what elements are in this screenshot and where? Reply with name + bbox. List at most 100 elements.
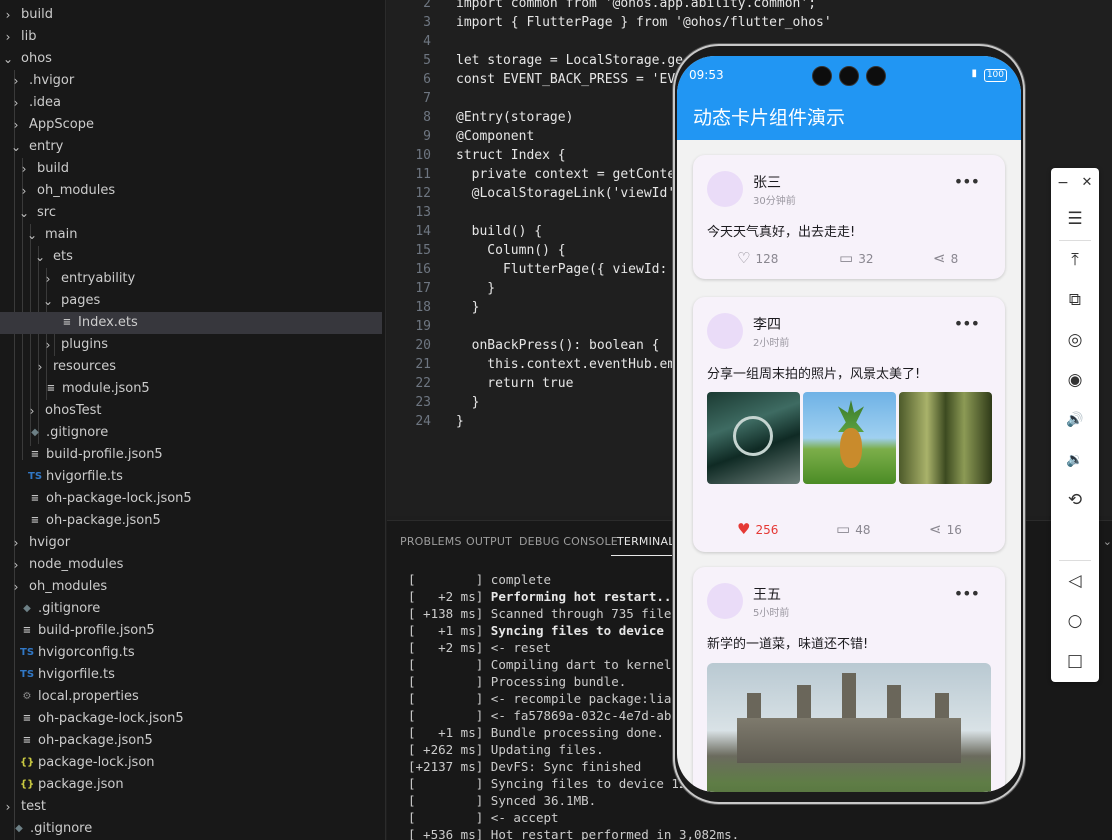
tree-item[interactable]: › build xyxy=(0,158,382,180)
panel-chevron-icon[interactable]: ⌄ xyxy=(1103,535,1112,548)
chevron-down-icon[interactable]: ⌄ xyxy=(42,290,54,312)
chevron-right-icon[interactable]: › xyxy=(2,4,14,26)
code-line[interactable]: 2 import common from '@ohos.app.ability.c… xyxy=(387,0,1112,13)
avatar[interactable] xyxy=(707,171,743,207)
tree-item[interactable]: ⚙ local.properties xyxy=(0,686,382,708)
share-button[interactable]: ⋖ 16 xyxy=(929,520,962,538)
more-options-icon[interactable]: ••• xyxy=(954,316,980,332)
file-icon: TS xyxy=(28,471,43,482)
tree-item[interactable]: ≡ oh-package-lock.json5 xyxy=(0,708,382,730)
tree-item[interactable]: ≡ Index.ets xyxy=(0,312,382,334)
chevron-right-icon[interactable]: › xyxy=(10,532,22,554)
photo-forest[interactable] xyxy=(899,392,992,484)
photo-pineapple[interactable] xyxy=(803,392,896,484)
tree-item[interactable]: › hvigor xyxy=(0,532,382,554)
tree-item[interactable]: ⌄ ohos xyxy=(0,48,382,70)
more-options-icon[interactable]: ••• xyxy=(954,586,980,602)
recents-icon[interactable]: □ xyxy=(1051,646,1099,676)
tree-item[interactable]: ⌄ main xyxy=(0,224,382,246)
tree-item[interactable]: › resources xyxy=(0,356,382,378)
tree-item[interactable]: ◆ .gitignore xyxy=(0,818,382,840)
tree-item[interactable]: › entryability xyxy=(0,268,382,290)
tree-item[interactable]: ⌄ ets xyxy=(0,246,382,268)
volume-up-icon[interactable]: 🔊 xyxy=(1051,405,1099,435)
back-icon[interactable]: ◁ xyxy=(1051,566,1099,596)
code-line[interactable]: 3 import { FlutterPage } from '@ohos/flut… xyxy=(387,13,1112,32)
chevron-right-icon[interactable]: › xyxy=(10,70,22,92)
chevron-right-icon[interactable]: › xyxy=(18,158,30,180)
tab-output[interactable]: OUTPUT xyxy=(466,535,512,548)
post-card[interactable]: 李四 2小时前 ••• 分享一组周末拍的照片，风景太美了! ♥ 256 ▭ 48 ⋖… xyxy=(693,297,1005,552)
tree-item[interactable]: › .idea xyxy=(0,92,382,114)
comment-button[interactable]: ▭ 48 xyxy=(836,520,870,538)
chevron-right-icon[interactable]: › xyxy=(10,554,22,576)
crop-screenshot-icon[interactable]: ⧉ xyxy=(1051,285,1099,315)
like-button[interactable]: ♡ 128 xyxy=(737,249,778,267)
chevron-down-icon[interactable]: ⌄ xyxy=(18,202,30,224)
tree-item[interactable]: {} package-lock.json xyxy=(0,752,382,774)
home-icon[interactable]: ○ xyxy=(1051,606,1099,636)
chevron-right-icon[interactable]: › xyxy=(18,180,30,202)
close-icon[interactable]: ✕ xyxy=(1075,168,1099,198)
tab-problems[interactable]: PROBLEMS xyxy=(400,535,462,548)
chevron-right-icon[interactable]: › xyxy=(2,796,14,818)
volume-down-icon[interactable]: 🔉 xyxy=(1051,445,1099,475)
tree-item[interactable]: ≡ module.json5 xyxy=(0,378,382,400)
tree-item[interactable]: › oh_modules xyxy=(0,180,382,202)
tree-item[interactable]: {} package.json xyxy=(0,774,382,796)
tree-item[interactable]: TS hvigorfile.ts xyxy=(0,466,382,488)
tree-item[interactable]: › build xyxy=(0,4,382,26)
tree-item[interactable]: › ohosTest xyxy=(0,400,382,422)
tree-item[interactable]: ⌄ entry xyxy=(0,136,382,158)
more-options-icon[interactable]: ••• xyxy=(954,174,980,190)
tree-item[interactable]: › node_modules xyxy=(0,554,382,576)
record-icon[interactable]: ◉ xyxy=(1051,365,1099,395)
avatar[interactable] xyxy=(707,583,743,619)
minimize-icon[interactable]: − xyxy=(1051,168,1075,198)
tree-item[interactable]: TS hvigorfile.ts xyxy=(0,664,382,686)
chevron-down-icon[interactable]: ⌄ xyxy=(2,48,14,70)
tree-item[interactable]: › plugins xyxy=(0,334,382,356)
rotate-device-icon[interactable]: ⟲ xyxy=(1051,485,1099,515)
chevron-right-icon[interactable]: › xyxy=(42,334,54,356)
tree-item[interactable]: ≡ build-profile.json5 xyxy=(0,620,382,642)
chevron-right-icon[interactable]: › xyxy=(2,26,14,48)
avatar[interactable] xyxy=(707,313,743,349)
photo-car-interior[interactable] xyxy=(707,392,800,484)
menu-icon[interactable]: ☰ xyxy=(1051,204,1099,234)
post-card[interactable]: 王五 5小时前 ••• 新学的一道菜，味道还不错! xyxy=(693,567,1005,792)
chevron-right-icon[interactable]: › xyxy=(10,114,22,136)
chevron-down-icon[interactable]: ⌄ xyxy=(10,136,22,158)
tree-item[interactable]: › .hvigor xyxy=(0,70,382,92)
rotate-icon[interactable]: ◎ xyxy=(1051,325,1099,355)
post-card[interactable]: 张三 30分钟前 ••• 今天天气真好，出去走走! ♡ 128 ▭ 32 ⋖ 8 xyxy=(693,155,1005,279)
like-button[interactable]: ♥ 256 xyxy=(737,520,778,538)
chevron-right-icon[interactable]: › xyxy=(42,268,54,290)
chevron-right-icon[interactable]: › xyxy=(34,356,46,378)
tree-item[interactable]: › oh_modules xyxy=(0,576,382,598)
tree-item[interactable]: ◆ .gitignore xyxy=(0,422,382,444)
tree-item[interactable]: TS hvigorconfig.ts xyxy=(0,642,382,664)
tree-item[interactable]: ⌄ pages xyxy=(0,290,382,312)
chevron-right-icon[interactable]: › xyxy=(26,400,38,422)
comment-button[interactable]: ▭ 32 xyxy=(839,249,873,267)
tree-item[interactable]: ≡ build-profile.json5 xyxy=(0,444,382,466)
chevron-down-icon[interactable]: ⌄ xyxy=(26,224,38,246)
tree-item[interactable]: ≡ oh-package.json5 xyxy=(0,510,382,532)
photo-castle[interactable] xyxy=(707,663,991,792)
phone-screen[interactable]: 09:53 ▮ 100 动态卡片组件演示 张三 30分钟前 ••• 今天天气真好… xyxy=(677,56,1021,792)
tree-item[interactable]: ⌄ src xyxy=(0,202,382,224)
tree-item[interactable]: ≡ oh-package.json5 xyxy=(0,730,382,752)
chevron-right-icon[interactable]: › xyxy=(10,92,22,114)
tree-item[interactable]: ◆ .gitignore xyxy=(0,598,382,620)
tree-item[interactable]: › test xyxy=(0,796,382,818)
share-button[interactable]: ⋖ 8 xyxy=(933,249,958,267)
tab-terminal[interactable]: TERMINAL xyxy=(611,535,681,556)
tree-item[interactable]: › AppScope xyxy=(0,114,382,136)
chevron-right-icon[interactable]: › xyxy=(10,576,22,598)
pin-top-icon[interactable]: ⤒ xyxy=(1051,245,1099,275)
tree-item[interactable]: ≡ oh-package-lock.json5 xyxy=(0,488,382,510)
tree-item[interactable]: › lib xyxy=(0,26,382,48)
tab-debug-console[interactable]: DEBUG CONSOLE xyxy=(519,535,618,548)
chevron-down-icon[interactable]: ⌄ xyxy=(34,246,46,268)
